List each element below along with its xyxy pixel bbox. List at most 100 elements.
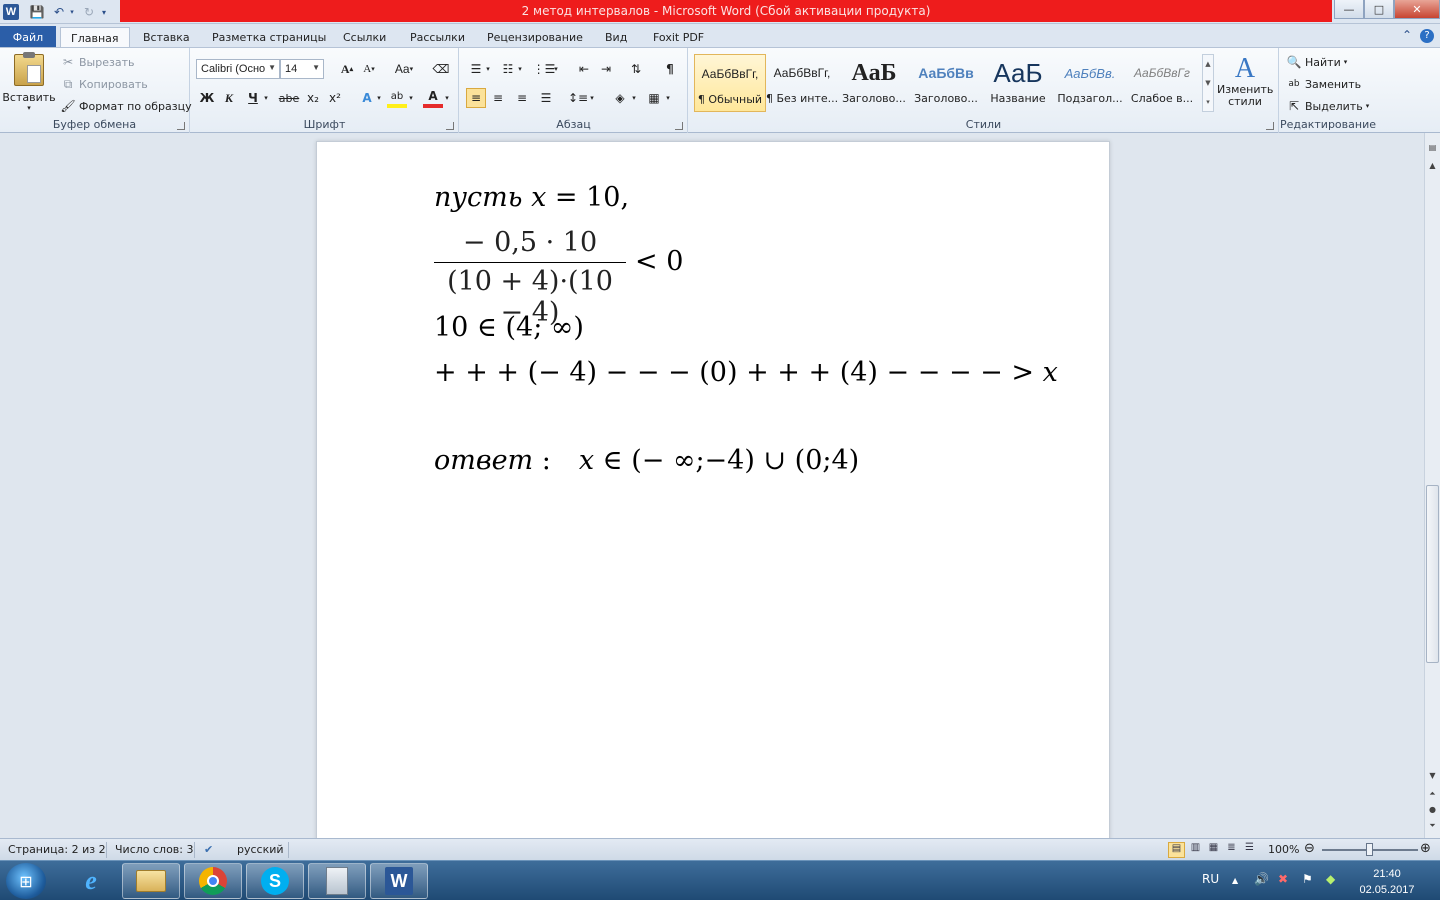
- scroll-down-icon[interactable]: ▼: [1425, 771, 1440, 785]
- show-formatting-button[interactable]: ¶: [660, 59, 680, 79]
- customize-qat-icon[interactable]: ▾: [98, 3, 110, 21]
- style-subtle-emphasis[interactable]: АаБбВвГг Слабое в...: [1126, 54, 1198, 112]
- clear-formatting-icon[interactable]: ⌫: [431, 59, 451, 79]
- align-right-icon[interactable]: ≡: [512, 88, 532, 108]
- font-name-combo[interactable]: Calibri (Осно ▼: [196, 59, 280, 79]
- tab-references[interactable]: Ссылки: [333, 27, 396, 48]
- styles-dialog-launcher-icon[interactable]: [1266, 122, 1274, 130]
- numbering-icon[interactable]: ☷: [498, 59, 518, 79]
- document-page[interactable]: пусть x = 10, − 0,5 · 10 (10 + 4)·(10 − …: [316, 141, 1110, 838]
- action-center-icon[interactable]: ⚑: [1302, 872, 1313, 886]
- text-effects-dropdown-icon[interactable]: ▾: [375, 88, 383, 108]
- minimize-button[interactable]: —: [1334, 0, 1364, 19]
- align-left-icon[interactable]: ≡: [466, 88, 486, 108]
- shading-dropdown-icon[interactable]: ▾: [630, 88, 638, 108]
- undo-dropdown-icon[interactable]: ▾: [68, 3, 76, 21]
- sort-icon[interactable]: ⇅: [626, 59, 646, 79]
- text-effects-icon[interactable]: A: [357, 88, 377, 108]
- font-color-dropdown-icon[interactable]: ▾: [443, 88, 451, 108]
- format-painter-button[interactable]: 🖌 Формат по образцу: [60, 98, 191, 114]
- style-title[interactable]: АаБ Название: [982, 54, 1054, 112]
- zoom-slider-thumb[interactable]: [1366, 843, 1373, 856]
- help-icon[interactable]: ?: [1420, 29, 1434, 43]
- chrome-icon[interactable]: [184, 863, 242, 899]
- zoom-level[interactable]: 100%: [1268, 843, 1299, 856]
- highlight-dropdown-icon[interactable]: ▾: [407, 88, 415, 108]
- tab-home[interactable]: Главная: [60, 27, 130, 48]
- scroll-up-icon[interactable]: ▲: [1425, 161, 1440, 175]
- bold-button[interactable]: Ж: [197, 88, 217, 108]
- fraction-relation[interactable]: < 0: [635, 246, 683, 277]
- word-count[interactable]: Число слов: 3: [115, 843, 194, 856]
- undo-icon[interactable]: ↶: [50, 3, 68, 21]
- line-spacing-icon[interactable]: ↕≡: [568, 88, 588, 108]
- replace-button[interactable]: ab Заменить: [1286, 76, 1361, 92]
- word-logo-icon[interactable]: W: [2, 3, 20, 21]
- paragraph-dialog-launcher-icon[interactable]: [675, 122, 683, 130]
- copy-button[interactable]: ⧉ Копировать: [60, 76, 148, 92]
- save-icon[interactable]: 💾: [28, 3, 46, 21]
- clipboard-dialog-launcher-icon[interactable]: [177, 122, 185, 130]
- draft-view-icon[interactable]: ☰: [1241, 842, 1258, 858]
- font-dialog-launcher-icon[interactable]: [446, 122, 454, 130]
- increase-indent-icon[interactable]: ⇥: [596, 59, 616, 79]
- language-indicator[interactable]: русский: [237, 843, 284, 856]
- document-area[interactable]: пусть x = 10, − 0,5 · 10 (10 + 4)·(10 − …: [0, 133, 1424, 838]
- redo-icon[interactable]: ↻: [80, 3, 98, 21]
- volume-icon[interactable]: 🔊: [1254, 872, 1269, 886]
- previous-page-icon[interactable]: ⏶: [1425, 789, 1440, 803]
- multilevel-list-icon[interactable]: ⋮☰: [533, 59, 556, 79]
- tab-view[interactable]: Вид: [595, 27, 637, 48]
- underline-button[interactable]: Ч: [243, 88, 263, 108]
- vertical-scrollbar[interactable]: ▤ ▲ ▼ ⏶ ● ⏷: [1424, 133, 1440, 838]
- calculator-icon[interactable]: [308, 863, 366, 899]
- equation-line-4[interactable]: + + + (− 4) − − − (0) + + + (4) − − − − …: [434, 357, 1058, 388]
- italic-button[interactable]: К: [219, 88, 239, 108]
- file-explorer-icon[interactable]: [122, 863, 180, 899]
- underline-dropdown-icon[interactable]: ▾: [261, 88, 271, 108]
- bullets-dropdown-icon[interactable]: ▾: [484, 59, 492, 79]
- style-heading-2[interactable]: АаБбВв Заголово...: [910, 54, 982, 112]
- zoom-in-icon[interactable]: ⊕: [1420, 841, 1431, 856]
- paste-button[interactable]: Вставить ▾: [2, 52, 56, 118]
- justify-icon[interactable]: ☰: [536, 88, 556, 108]
- proofing-icon[interactable]: ✔: [204, 843, 213, 856]
- maximize-button[interactable]: □: [1364, 0, 1394, 19]
- chevron-down-icon[interactable]: ▼: [1203, 74, 1213, 93]
- full-screen-reading-icon[interactable]: ▥: [1187, 842, 1204, 858]
- shading-icon[interactable]: ◈: [610, 88, 630, 108]
- highlight-icon[interactable]: ab: [387, 88, 407, 108]
- show-hidden-icons-icon[interactable]: ▲: [1232, 876, 1238, 885]
- tab-foxit-pdf[interactable]: Foxit PDF: [643, 27, 714, 48]
- word-taskbar-icon[interactable]: W: [370, 863, 428, 899]
- decrease-indent-icon[interactable]: ⇤: [574, 59, 594, 79]
- network-icon[interactable]: ✖: [1278, 872, 1288, 886]
- outline-view-icon[interactable]: ≣: [1223, 842, 1240, 858]
- align-center-icon[interactable]: ≡: [488, 88, 508, 108]
- font-size-combo[interactable]: 14 ▼: [280, 59, 324, 79]
- print-layout-view-icon[interactable]: ▤: [1168, 842, 1185, 858]
- input-language[interactable]: RU: [1202, 872, 1219, 886]
- subscript-button[interactable]: x₂: [303, 88, 323, 108]
- multilevel-dropdown-icon[interactable]: ▾: [552, 59, 560, 79]
- equation-line-1[interactable]: пусть x = 10,: [434, 182, 629, 213]
- superscript-button[interactable]: x²: [325, 88, 345, 108]
- tab-file[interactable]: Файл: [0, 26, 56, 48]
- skype-icon[interactable]: S: [246, 863, 304, 899]
- answer-line[interactable]: ответ : x ∈ (− ∞;−4) ∪ (0;4): [434, 445, 859, 476]
- numbering-dropdown-icon[interactable]: ▾: [516, 59, 524, 79]
- strikethrough-button[interactable]: abe: [277, 88, 301, 108]
- page-count[interactable]: Страница: 2 из 2: [8, 843, 106, 856]
- bullets-icon[interactable]: ☰: [466, 59, 486, 79]
- notification-icon[interactable]: ◆: [1326, 872, 1335, 886]
- zoom-out-icon[interactable]: ⊖: [1304, 841, 1315, 856]
- chevron-up-icon[interactable]: ▲: [1203, 55, 1213, 74]
- ruler-toggle-icon[interactable]: ▤: [1425, 143, 1440, 157]
- style-subtitle[interactable]: АаБбВв. Подзагол...: [1054, 54, 1126, 112]
- style-heading-1[interactable]: АаБ Заголово...: [838, 54, 910, 112]
- style-normal[interactable]: АаБбВвГг, ¶ Обычный: [694, 54, 766, 112]
- tab-page-layout[interactable]: Разметка страницы: [202, 27, 336, 48]
- line-spacing-dropdown-icon[interactable]: ▾: [588, 88, 596, 108]
- tab-mailings[interactable]: Рассылки: [400, 27, 475, 48]
- change-case-button[interactable]: Aa ▾: [391, 59, 417, 79]
